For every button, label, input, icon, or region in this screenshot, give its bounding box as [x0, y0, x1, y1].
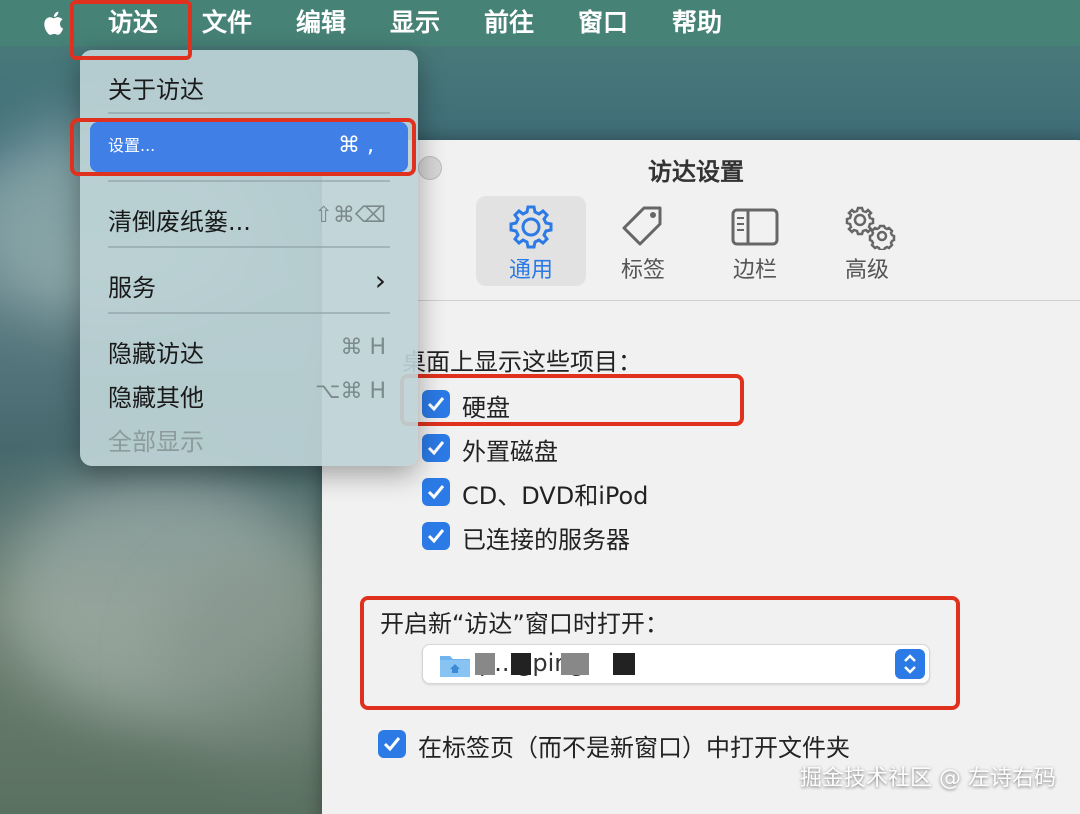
- checkmark-icon: [427, 441, 445, 456]
- chevron-right-icon: ›: [374, 264, 386, 297]
- menu-window[interactable]: 窗口: [578, 0, 628, 46]
- sidebar-icon: [731, 208, 779, 246]
- checkbox-label: 外置磁盘: [462, 438, 558, 466]
- menu-separator: [108, 180, 390, 182]
- tab-advanced-label: 高级: [844, 258, 889, 283]
- finder-menu-dropdown: 关于访达 设置... ⌘ , 清倒废纸篓... ⇧⌘⌫ 服务 › 隐藏访达 ⌘ …: [80, 50, 418, 466]
- menu-file[interactable]: 文件: [202, 0, 252, 46]
- apple-logo-icon[interactable]: [38, 7, 70, 39]
- checkbox-label: CD、DVD和iPod: [462, 482, 649, 510]
- checkmark-icon: [427, 485, 445, 500]
- menu-item-label: 隐藏访达: [108, 340, 204, 368]
- checkmark-icon: [427, 529, 445, 544]
- annotation-highlight-box: [70, 118, 416, 176]
- tab-general[interactable]: 通用: [476, 196, 586, 286]
- menu-item-label: 全部显示: [108, 428, 204, 456]
- menu-item-label: 服务: [108, 274, 156, 302]
- menu-help[interactable]: 帮助: [672, 0, 722, 46]
- tab-sidebar-label: 边栏: [732, 258, 777, 283]
- menu-separator: [108, 112, 390, 114]
- menu-item-label: 关于访达: [108, 76, 204, 104]
- menu-item-shortcut: ⌥⌘ H: [315, 379, 386, 404]
- checkbox-label: 已连接的服务器: [462, 526, 630, 554]
- desktop-items-heading: 桌面上显示这些项目：: [402, 348, 642, 376]
- checkbox[interactable]: [422, 478, 450, 506]
- menu-item-empty-trash[interactable]: 清倒废纸篓... ⇧⌘⌫: [80, 196, 418, 236]
- tab-sidebar[interactable]: 边栏: [700, 196, 810, 286]
- checkbox-label: 在标签页（而不是新窗口）中打开文件夹: [418, 734, 850, 762]
- menu-item-services[interactable]: 服务 ›: [80, 262, 418, 302]
- tag-icon: [622, 206, 662, 246]
- menu-item-show-all: 全部显示: [80, 416, 418, 456]
- annotation-highlight-box: [400, 374, 744, 426]
- gears-icon: [845, 206, 896, 250]
- window-title: 访达设置: [648, 158, 744, 186]
- tab-tags[interactable]: 标签: [588, 196, 698, 286]
- gear-icon: [509, 205, 553, 249]
- checkbox[interactable]: [378, 730, 406, 758]
- tab-tags-label: 标签: [620, 258, 665, 283]
- menu-separator: [108, 246, 390, 248]
- watermark: 掘金技术社区 @ 左诗右码: [800, 766, 1056, 791]
- menu-bar: 访达 文件 编辑 显示 前往 窗口 帮助: [0, 0, 1080, 46]
- menu-item-label: 隐藏其他: [108, 384, 204, 412]
- menu-edit[interactable]: 编辑: [296, 0, 346, 46]
- checkbox[interactable]: [422, 522, 450, 550]
- menu-separator: [108, 312, 390, 314]
- tab-advanced[interactable]: 高级: [812, 196, 922, 286]
- toolbar-divider: [322, 300, 1080, 301]
- menu-item-shortcut: ⇧⌘⌫: [314, 203, 386, 228]
- menu-item-shortcut: ⌘ H: [340, 335, 386, 360]
- annotation-highlight-box: [360, 596, 960, 710]
- checkbox[interactable]: [422, 434, 450, 462]
- menu-item-hide-finder[interactable]: 隐藏访达 ⌘ H: [80, 328, 418, 368]
- menu-item-label: 清倒废纸篓...: [108, 208, 251, 236]
- finder-settings-window: 访达设置 通用 标签 边栏 高级 桌面上显示这些项目： 硬盘 外置磁盘 CD、D…: [322, 140, 1080, 814]
- menu-finder[interactable]: 访达: [108, 0, 158, 46]
- menu-item-about-finder[interactable]: 关于访达: [80, 64, 418, 104]
- checkmark-icon: [383, 737, 401, 752]
- menu-item-hide-others[interactable]: 隐藏其他 ⌥⌘ H: [80, 372, 418, 412]
- menu-view[interactable]: 显示: [390, 0, 440, 46]
- window-close-button[interactable]: [418, 156, 442, 180]
- tab-general-label: 通用: [508, 258, 553, 283]
- menu-go[interactable]: 前往: [484, 0, 534, 46]
